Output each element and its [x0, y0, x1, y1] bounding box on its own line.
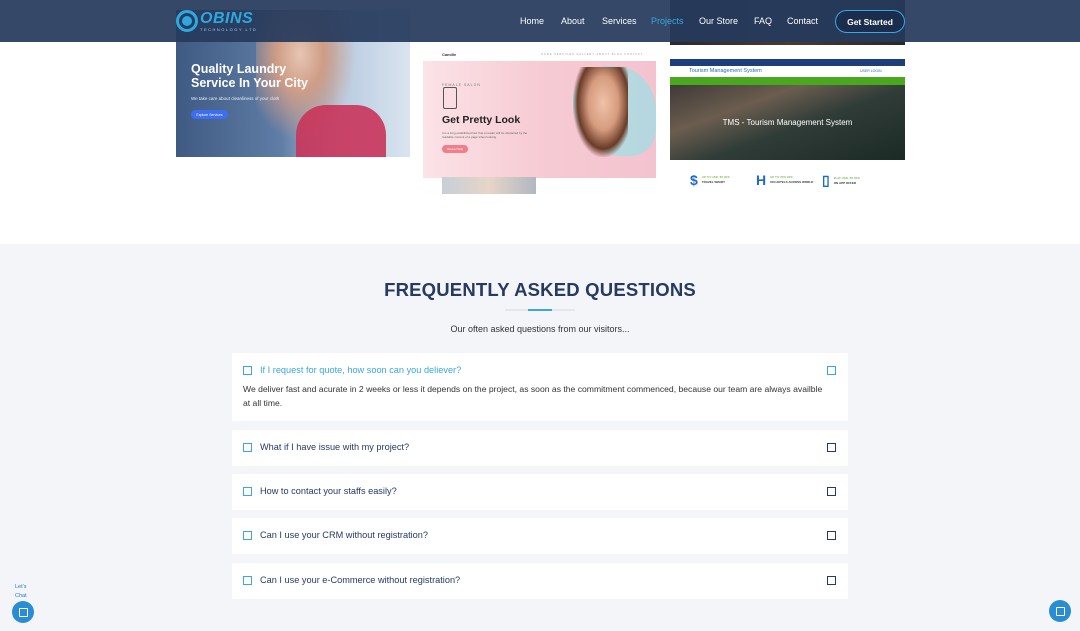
- nav-faq[interactable]: FAQ: [754, 16, 772, 26]
- tms-feature-title: UP TO 70% OFF: [770, 175, 793, 179]
- brand-tagline: TECHNOLOGY LTD: [200, 26, 258, 32]
- faq-item-4[interactable]: Can I use your CRM without registration?: [232, 518, 848, 554]
- nav-our-store[interactable]: Our Store: [699, 16, 738, 26]
- faq-question[interactable]: How to contact your staffs easily?: [260, 486, 397, 496]
- checkbox-icon: [243, 531, 252, 540]
- tms-feature-text: ON HOTELS ACROSS WORLD: [770, 180, 814, 184]
- faq-question[interactable]: Can I use your e-Commerce without regist…: [260, 575, 460, 585]
- top-navbar: OBINS TECHNOLOGY LTD Home About Services…: [0, 0, 1080, 42]
- chat-icon: [18, 607, 28, 617]
- brand-name: OBINS: [200, 9, 254, 27]
- faq-title-divider: [505, 309, 575, 311]
- salon-discover-button[interactable]: Discover More: [442, 145, 468, 153]
- checkbox-icon: [243, 366, 252, 375]
- tms-feature-text: ON APP OFFER: [833, 180, 857, 185]
- expand-toggle-icon[interactable]: [827, 531, 836, 540]
- salon-title: Get Pretty Look: [442, 114, 521, 126]
- nav-contact[interactable]: Contact: [787, 16, 818, 26]
- salon-outline-frame: [443, 87, 457, 109]
- expand-toggle-icon[interactable]: [827, 576, 836, 585]
- expand-toggle-icon[interactable]: [827, 443, 836, 452]
- salon-nav-links: HOME SERVICES GALLERY ABOUT BLOG CONTACT: [541, 53, 644, 56]
- tms-feature: $ UP TO USD. 50 OFF TRAVEL SMART: [690, 172, 730, 188]
- faq-item-1[interactable]: If I request for quote, how soon can you…: [232, 353, 848, 421]
- faq-question[interactable]: If I request for quote, how soon can you…: [260, 365, 461, 375]
- chat-button-right[interactable]: [1049, 600, 1071, 622]
- expand-toggle-icon[interactable]: [827, 487, 836, 496]
- laundry-explore-button[interactable]: Explore Services: [191, 110, 228, 119]
- faq-subtitle: Our often asked questions from our visit…: [450, 324, 630, 334]
- tms-feature: H UP TO 70% OFF ON HOTELS ACROSS WORLD: [756, 172, 813, 188]
- salon-navbar: Camille HOME SERVICES GALLERY ABOUT BLOG…: [423, 47, 656, 61]
- laundry-cloth-shape: [296, 105, 386, 157]
- faq-item-5[interactable]: Can I use your e-Commerce without regist…: [232, 563, 848, 599]
- salon-kicker: FEMALE SALON: [442, 83, 481, 87]
- nav-home[interactable]: Home: [520, 16, 544, 26]
- tms-menu-bar: [670, 77, 905, 85]
- checkbox-icon: [243, 487, 252, 496]
- chat-label-line2: Chat: [15, 593, 27, 599]
- brand-logo[interactable]: OBINS TECHNOLOGY LTD: [176, 10, 257, 32]
- tms-feature-text: TRAVEL SMART: [701, 180, 726, 184]
- chat-icon: [1055, 606, 1065, 616]
- tms-title: TMS - Tourism Management System: [722, 118, 853, 127]
- checkbox-icon: [243, 443, 252, 452]
- dollar-icon: $: [690, 172, 698, 188]
- mobile-icon: ▯: [822, 172, 830, 188]
- logo-mark-icon: [176, 10, 198, 32]
- tms-feature-title: FLAT USD. 50 OFF: [833, 175, 860, 180]
- salon-logo: Camille: [442, 52, 457, 57]
- salon-hero: FEMALE SALON Get Pretty Look It is a lon…: [423, 61, 656, 178]
- project-tms-thumbnail[interactable]: Tourism Management System USER LOGIN TMS…: [670, 59, 905, 160]
- faq-title: FREQUENTLY ASKED QUESTIONS: [384, 279, 696, 300]
- tms-topbar: [670, 59, 905, 66]
- chat-label[interactable]: Let's Chat: [15, 583, 27, 601]
- faq-question[interactable]: Can I use your CRM without registration?: [260, 530, 428, 540]
- checkbox-icon: [243, 576, 252, 585]
- nav-services[interactable]: Services: [602, 16, 637, 26]
- salon-secondary-thumbnail: [442, 177, 536, 194]
- nav-about[interactable]: About: [561, 16, 585, 26]
- expand-toggle-icon[interactable]: [827, 366, 836, 375]
- salon-model-photo: [573, 67, 628, 157]
- laundry-title: Quality Laundry Service In Your City: [191, 62, 308, 90]
- project-salon-thumbnail[interactable]: Camille HOME SERVICES GALLERY ABOUT BLOG…: [423, 47, 656, 178]
- hotel-icon: H: [756, 172, 767, 188]
- chat-label-line1: Let's: [15, 584, 27, 590]
- tms-header: Tourism Management System: [689, 68, 762, 74]
- tms-login-link: USER LOGIN: [860, 69, 882, 73]
- laundry-subtitle: We take care about cleanliness of your c…: [191, 96, 280, 101]
- get-started-button[interactable]: Get Started: [835, 10, 905, 33]
- faq-item-3[interactable]: How to contact your staffs easily?: [232, 474, 848, 510]
- tms-features: $ UP TO USD. 50 OFF TRAVEL SMART H UP TO …: [670, 170, 905, 192]
- faq-question[interactable]: What if I have issue with my project?: [260, 442, 409, 452]
- faq-answer: We deliver fast and acurate in 2 weeks o…: [243, 384, 823, 408]
- faq-item-2[interactable]: What if I have issue with my project?: [232, 430, 848, 466]
- nav-projects[interactable]: Projects: [651, 16, 684, 26]
- salon-description: It is a long established fact that a rea…: [442, 131, 528, 139]
- tms-feature-title: UP TO USD. 50 OFF: [701, 175, 730, 179]
- chat-button-left[interactable]: [12, 601, 34, 623]
- tms-feature: ▯ FLAT USD. 50 OFF ON APP OFFER: [822, 172, 860, 189]
